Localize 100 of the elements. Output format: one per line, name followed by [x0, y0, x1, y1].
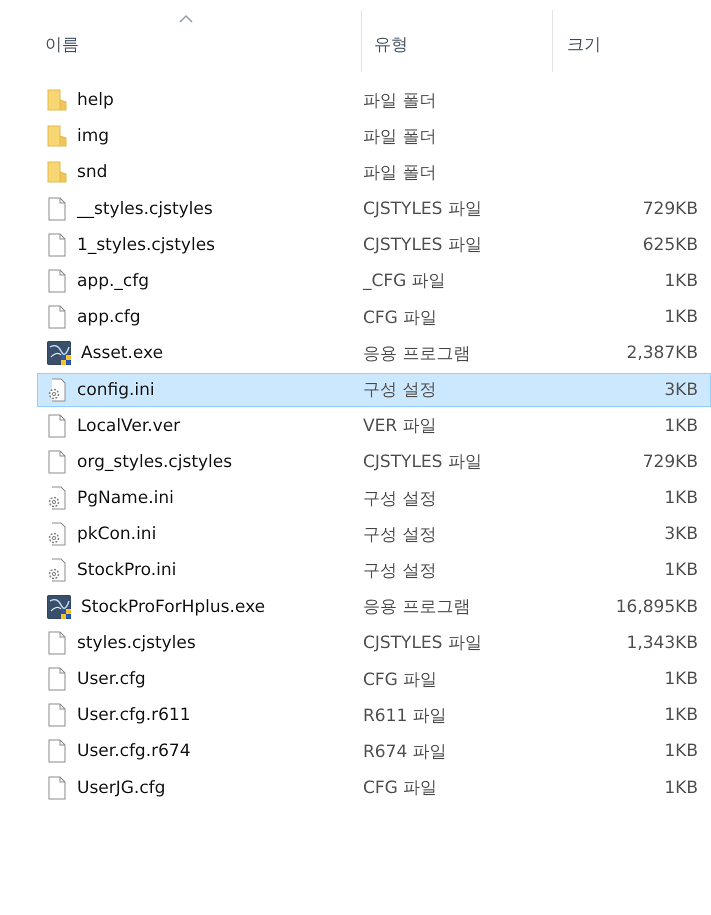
file-row[interactable]: User.cfg.r611 R611 파일 1KB	[37, 698, 711, 732]
file-type: CFG 파일	[363, 306, 438, 329]
file-name: UserJG.cfg	[77, 778, 166, 798]
file-size: 729KB	[642, 198, 698, 219]
file-name: config.ini	[77, 380, 155, 400]
settings-file-icon	[47, 558, 67, 582]
file-name: help	[77, 90, 114, 110]
file-row[interactable]: app._cfg _CFG 파일 1KB	[37, 264, 711, 298]
file-size: 2,387KB	[626, 343, 698, 364]
file-name: PgName.ini	[77, 488, 174, 508]
document-icon	[47, 232, 67, 257]
file-size: 1KB	[664, 416, 698, 436]
file-type: 구성 설정	[363, 488, 438, 510]
file-type: CFG 파일	[363, 668, 438, 690]
file-row[interactable]: styles.cjstyles CJSTYLES 파일 1,343KB	[37, 626, 711, 660]
application-icon	[47, 594, 71, 619]
file-type: 구성 설정	[363, 560, 438, 582]
file-size: 1KB	[664, 307, 698, 328]
sort-caret-icon	[178, 14, 192, 23]
file-row[interactable]: UserJG.cfg CFG 파일 1KB	[37, 770, 711, 805]
file-size: 1KB	[664, 560, 698, 580]
document-icon	[47, 776, 67, 800]
column-header[interactable]: 이름	[0, 10, 362, 72]
document-icon	[47, 703, 67, 728]
file-name: User.cfg	[77, 669, 146, 689]
file-row[interactable]: PgName.ini 구성 설정 1KB	[37, 481, 711, 516]
file-row[interactable]: __styles.cjstyles CJSTYLES 파일 729KB	[37, 192, 711, 226]
file-name: pkCon.ini	[77, 524, 156, 544]
file-size: 1KB	[664, 705, 698, 726]
file-type: CJSTYLES 파일	[363, 451, 483, 474]
file-type: CJSTYLES 파일	[363, 198, 483, 220]
file-type: R674 파일	[363, 740, 448, 763]
file-name: __styles.cjstyles	[77, 198, 213, 219]
file-size: 1KB	[664, 669, 698, 689]
file-name: LocalVer.ver	[77, 416, 180, 436]
file-name: snd	[77, 162, 108, 182]
column-header[interactable]: 유형	[362, 10, 553, 72]
file-row[interactable]: User.cfg.r674 R674 파일 1KB	[37, 734, 711, 768]
file-row[interactable]: img 파일 폴더	[37, 119, 711, 154]
file-type: 파일 폴더	[363, 90, 438, 112]
file-type: CFG 파일	[363, 777, 438, 800]
application-icon	[47, 341, 71, 366]
file-row[interactable]: StockPro.ini 구성 설정 1KB	[37, 553, 711, 588]
file-size: 3KB	[664, 524, 698, 544]
document-icon	[47, 268, 67, 293]
file-name: app._cfg	[77, 270, 150, 291]
file-row[interactable]: config.ini 구성 설정 3KB	[37, 372, 711, 406]
file-row[interactable]: User.cfg CFG 파일 1KB	[37, 662, 711, 696]
file-type: VER 파일	[363, 415, 438, 438]
column-header[interactable]: 크기	[553, 10, 711, 72]
file-row[interactable]: org_styles.cjstyles CJSTYLES 파일 729KB	[37, 444, 711, 479]
file-size: 16,895KB	[616, 596, 698, 617]
file-type: 응용 프로그램	[363, 596, 472, 618]
file-row[interactable]: StockProForHplus.exe 응용 프로그램 16,895KB	[37, 590, 711, 624]
folder-icon	[47, 160, 67, 184]
file-size: 1KB	[664, 778, 698, 798]
file-type: 응용 프로그램	[363, 342, 472, 365]
file-type: _CFG 파일	[363, 270, 447, 292]
file-size: 1KB	[664, 270, 698, 291]
document-icon	[47, 630, 67, 655]
file-row[interactable]: app.cfg CFG 파일 1KB	[37, 300, 711, 334]
document-icon	[47, 667, 67, 691]
file-name: Asset.exe	[81, 343, 164, 364]
settings-file-icon	[47, 522, 67, 546]
file-row[interactable]: help 파일 폴더	[37, 83, 711, 117]
file-size: 1,343KB	[626, 632, 698, 653]
document-icon	[47, 450, 67, 474]
document-icon	[47, 739, 67, 764]
folder-icon	[47, 124, 67, 148]
settings-file-icon	[47, 378, 67, 402]
file-type: 파일 폴더	[363, 162, 438, 184]
file-type: 구성 설정	[363, 524, 438, 546]
file-size: 1KB	[664, 488, 698, 508]
file-row[interactable]: Asset.exe 응용 프로그램 2,387KB	[37, 336, 711, 370]
file-type: 파일 폴더	[363, 126, 438, 148]
document-icon	[47, 196, 67, 221]
file-size: 625KB	[642, 234, 698, 255]
file-name: img	[77, 126, 110, 146]
file-row[interactable]: 1_styles.cjstyles CJSTYLES 파일 625KB	[37, 228, 711, 262]
folder-icon	[47, 88, 67, 112]
file-row[interactable]: pkCon.ini 구성 설정 3KB	[37, 517, 711, 552]
document-icon	[47, 305, 67, 330]
file-row[interactable]: LocalVer.ver VER 파일 1KB	[37, 408, 711, 443]
file-name: StockPro.ini	[77, 560, 176, 580]
file-type: R611 파일	[363, 704, 448, 727]
file-size: 1KB	[664, 741, 698, 762]
file-type: 구성 설정	[363, 379, 438, 401]
file-size: 3KB	[664, 380, 698, 400]
file-name: styles.cjstyles	[77, 632, 196, 653]
file-name: org_styles.cjstyles	[77, 452, 232, 472]
file-name: 1_styles.cjstyles	[77, 234, 216, 255]
file-name: User.cfg.r611	[77, 705, 191, 726]
document-icon	[47, 414, 67, 438]
file-size: 729KB	[642, 452, 698, 472]
file-name: User.cfg.r674	[77, 741, 191, 762]
file-type: CJSTYLES 파일	[363, 234, 483, 256]
file-name: app.cfg	[77, 307, 141, 328]
file-name: StockProForHplus.exe	[81, 596, 266, 617]
file-row[interactable]: snd 파일 폴더	[37, 155, 711, 190]
settings-file-icon	[47, 486, 67, 510]
